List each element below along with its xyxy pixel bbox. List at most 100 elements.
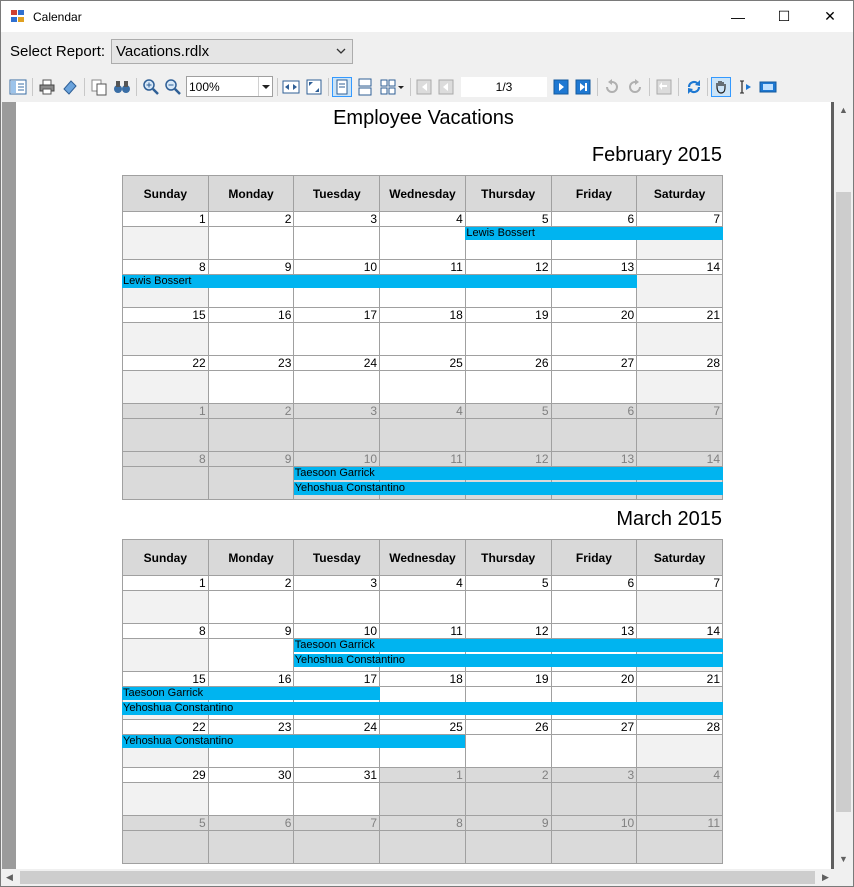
scroll-right-icon[interactable]: ▶ [822, 872, 829, 883]
previous-page-icon [438, 79, 454, 95]
day-number: 28 [637, 356, 722, 371]
day-number: 6 [551, 212, 637, 227]
day-number: 2 [208, 212, 294, 227]
day-number: 3 [294, 404, 380, 419]
zoom-in-button[interactable] [141, 77, 161, 97]
pan-mode-button[interactable] [711, 77, 731, 97]
day-number: 3 [551, 768, 637, 783]
day-number: 18 [380, 672, 465, 687]
return-icon [656, 79, 672, 95]
vacation-bar[interactable]: Yehoshua Constantino [122, 702, 723, 715]
previous-page-button[interactable] [436, 77, 456, 97]
vacation-bar[interactable]: Lewis Bossert [465, 227, 723, 240]
month-title: February 2015 [591, 144, 722, 166]
copy-button[interactable] [89, 77, 109, 97]
day-number: 23 [208, 356, 294, 371]
day-number: 6 [208, 816, 294, 831]
day-number: 12 [465, 260, 551, 275]
day-number: 24 [294, 356, 380, 371]
day-number: 21 [637, 672, 722, 687]
continuous-view-button[interactable] [355, 77, 375, 97]
day-number: 24 [294, 720, 380, 735]
day-number: 31 [294, 768, 380, 783]
day-number: 9 [465, 816, 551, 831]
report-viewer[interactable]: Employee Vacations February 2015 Sunday Mo… [2, 102, 853, 869]
calendar-week-row: 1234567 [122, 575, 723, 624]
vacation-bar[interactable]: Yehoshua Constantino [293, 482, 723, 495]
eraser-icon [63, 80, 77, 95]
zoom-value: 100% [189, 80, 220, 94]
day-cell: 5 [122, 815, 209, 864]
refresh-button[interactable] [684, 77, 704, 97]
vacation-bar[interactable]: Lewis Bossert [122, 275, 638, 288]
vertical-scroll-thumb[interactable] [836, 192, 851, 812]
weekday-header: Friday [550, 175, 638, 212]
vacation-bar[interactable]: Yehoshua Constantino [122, 735, 466, 748]
app-icon [11, 10, 25, 23]
selection-mode-button[interactable] [735, 77, 755, 97]
vertical-scrollbar[interactable]: ▲ ▼ [834, 102, 853, 869]
chevron-down-icon[interactable] [258, 77, 272, 96]
toggle-sidebar-button[interactable] [8, 77, 28, 97]
first-page-button[interactable] [414, 77, 434, 97]
horizontal-scroll-thumb[interactable] [20, 871, 815, 884]
day-number: 6 [551, 576, 637, 591]
day-number: 16 [208, 308, 294, 323]
forward-button[interactable] [625, 77, 645, 97]
day-cell: 27 [550, 355, 638, 404]
binoculars-icon [114, 81, 130, 93]
day-number: 27 [551, 720, 637, 735]
continuous-icon [358, 78, 372, 96]
day-number: 1 [123, 212, 208, 227]
vacation-bar[interactable]: Yehoshua Constantino [293, 654, 723, 667]
day-number: 13 [551, 452, 637, 467]
horizontal-scrollbar[interactable]: ◀ ▶ [2, 869, 834, 886]
day-number: 2 [208, 576, 294, 591]
day-number: 13 [551, 624, 637, 639]
close-icon: ✕ [824, 8, 836, 24]
vacation-bar[interactable]: Taesoon Garrick [122, 687, 380, 700]
single-page-button[interactable] [332, 77, 352, 97]
last-page-button[interactable] [573, 77, 593, 97]
weekday-header: Wednesday [379, 175, 466, 212]
snapshot-button[interactable] [758, 77, 778, 97]
report-dropdown[interactable]: Vacations.rdlx [111, 39, 353, 64]
report-dropdown-value: Vacations.rdlx [116, 43, 210, 60]
last-page-icon [575, 79, 591, 95]
day-number: 11 [380, 624, 465, 639]
calendar-week-row: 5 6 7 8 9 10 11 [122, 815, 723, 864]
page-number-field[interactable]: 1/3 [461, 77, 547, 97]
back-button[interactable] [602, 77, 622, 97]
minimize-button[interactable]: — [715, 1, 761, 32]
find-button[interactable] [112, 77, 132, 97]
close-button[interactable]: ✕ [807, 1, 853, 32]
multi-page-button[interactable] [378, 77, 406, 97]
day-number: 10 [294, 624, 380, 639]
weekday-header: Wednesday [379, 539, 466, 576]
fit-page-button[interactable] [304, 77, 324, 97]
day-number: 29 [123, 768, 208, 783]
fit-page-icon [306, 79, 322, 95]
day-number: 20 [551, 672, 637, 687]
day-cell: 31 [293, 767, 381, 816]
fit-width-button[interactable] [281, 77, 301, 97]
next-page-icon [553, 79, 569, 95]
day-cell: 6 [550, 403, 638, 452]
day-cell: 3 [550, 767, 638, 816]
vacation-bar[interactable]: Taesoon Garrick [293, 639, 723, 652]
day-cell: 25 [379, 355, 466, 404]
day-cell: 7 [636, 403, 723, 452]
next-page-button[interactable] [551, 77, 571, 97]
zoom-in-icon [143, 79, 159, 95]
zoom-out-button[interactable] [163, 77, 183, 97]
print-button[interactable] [37, 77, 57, 97]
zoom-combobox[interactable]: 100% [186, 76, 273, 97]
scroll-up-icon[interactable]: ▲ [839, 105, 848, 115]
vacation-bar[interactable]: Taesoon Garrick [293, 467, 723, 480]
maximize-button[interactable]: ☐ [761, 1, 807, 32]
export-button[interactable] [60, 77, 80, 97]
back-to-parent-button[interactable] [654, 77, 674, 97]
scroll-down-icon[interactable]: ▼ [839, 854, 848, 864]
day-number: 17 [294, 308, 380, 323]
scroll-left-icon[interactable]: ◀ [6, 872, 13, 883]
